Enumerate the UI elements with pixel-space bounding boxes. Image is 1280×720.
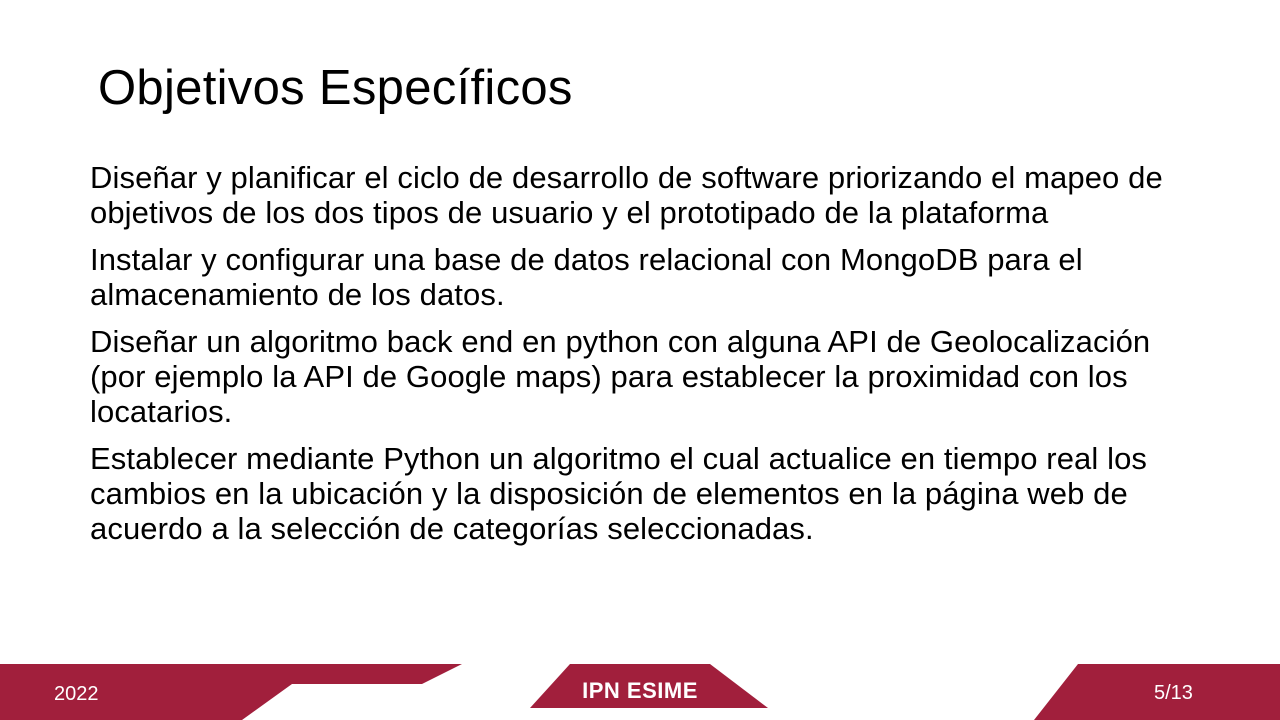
footer-brand-logo: IPN ESIME [582, 678, 698, 703]
objective-item-4: Establecer mediante Python un algoritmo … [90, 441, 1148, 546]
footer-year: 2022 [54, 683, 99, 705]
footer-band: 2022 IPN ESIME 5/13 [0, 660, 1280, 720]
objective-item-3: Diseñar un algoritmo back end en python … [90, 324, 1151, 429]
objectives-list: Diseñar y planificar el ciclo de desarro… [90, 160, 1190, 558]
footer-page-number: 5/13 [1154, 682, 1193, 704]
slide-title: Objetivos Específicos [98, 61, 573, 115]
objective-item-1: Diseñar y planificar el ciclo de desarro… [90, 160, 1163, 230]
objective-item-2: Instalar y configurar una base de datos … [90, 242, 1083, 312]
slide: Objetivos Específicos Diseñar y planific… [0, 0, 1280, 720]
